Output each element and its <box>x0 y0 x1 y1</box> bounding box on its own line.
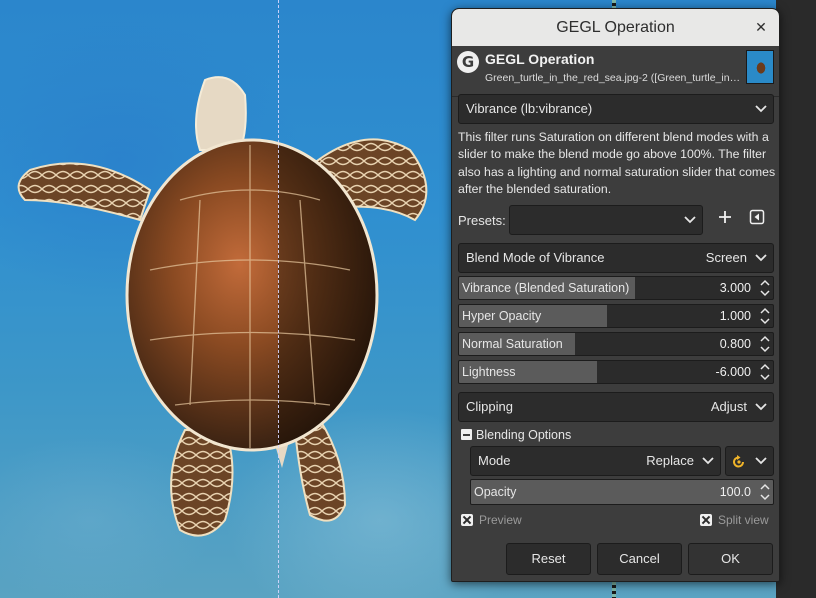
add-preset-icon[interactable] <box>714 209 736 231</box>
slider-value[interactable]: -6.000 <box>716 361 751 383</box>
dialog-titlebar[interactable]: GEGL Operation ✕ <box>452 9 779 46</box>
slider-label: Hyper Opacity <box>462 309 542 323</box>
chevron-down-icon <box>702 457 714 465</box>
blend-mode-select[interactable]: Blend Mode of Vibrance Screen <box>458 243 774 273</box>
slider-value[interactable]: 1.000 <box>720 305 751 327</box>
slider-label: Lightness <box>462 365 516 379</box>
ok-button[interactable]: OK <box>688 543 773 575</box>
clipping-select[interactable]: Clipping Adjust <box>458 392 774 422</box>
lightness-slider[interactable]: Lightness -6.000 <box>458 360 774 384</box>
slider-label: Normal Saturation <box>462 337 563 351</box>
clipping-label: Clipping <box>466 399 513 414</box>
blending-options-label: Blending Options <box>476 428 572 442</box>
opacity-slider[interactable]: Opacity 100.0 <box>470 479 774 505</box>
spin-buttons[interactable] <box>757 333 773 355</box>
reset-mode-icon <box>733 455 744 468</box>
chevron-down-icon <box>755 403 767 411</box>
spin-buttons[interactable] <box>757 361 773 383</box>
operation-select-value: Vibrance (lb:vibrance) <box>466 101 593 116</box>
split-view-checkbox[interactable]: Split view <box>700 512 769 527</box>
preview-checkbox[interactable]: Preview <box>461 512 522 527</box>
mode-value: Replace <box>646 453 694 468</box>
image-thumbnail <box>746 50 774 84</box>
presets-select[interactable] <box>509 205 703 235</box>
clipping-value: Adjust <box>710 399 747 414</box>
split-view-guide[interactable] <box>278 0 279 598</box>
checkbox-checked-icon <box>461 514 473 526</box>
normal-saturation-slider[interactable]: Normal Saturation 0.800 <box>458 332 774 356</box>
window-title: GEGL Operation <box>556 19 675 36</box>
checkbox-checked-icon <box>700 514 712 526</box>
slider-value[interactable]: 3.000 <box>720 277 751 299</box>
spin-buttons[interactable] <box>757 480 773 502</box>
opacity-label: Opacity <box>474 485 517 499</box>
composite-mode-combo[interactable] <box>725 446 774 476</box>
blend-mode-combo[interactable]: Mode Replace <box>470 446 721 476</box>
blend-mode-value: Screen <box>705 250 747 265</box>
slider-value[interactable]: 0.800 <box>720 333 751 355</box>
collapse-icon <box>461 429 472 440</box>
slider-label: Vibrance (Blended Saturation) <box>462 281 630 295</box>
dialog-header: G GEGL Operation Green_turtle_in_the_red… <box>452 46 779 96</box>
gegl-logo-icon: G <box>457 51 479 73</box>
hyper-opacity-slider[interactable]: Hyper Opacity 1.000 <box>458 304 774 328</box>
close-icon[interactable]: ✕ <box>751 18 771 38</box>
image-name: Green_turtle_in_the_red_sea.jpg-2 ([Gree… <box>485 72 740 84</box>
canvas-padding <box>776 0 816 598</box>
mode-label: Mode <box>478 453 511 468</box>
header-title: GEGL Operation <box>485 51 595 67</box>
chevron-down-icon <box>755 254 767 262</box>
blend-mode-label: Blend Mode of Vibrance <box>466 250 605 265</box>
chevron-down-icon <box>755 105 767 113</box>
presets-label: Presets: <box>458 213 506 228</box>
spin-buttons[interactable] <box>757 305 773 327</box>
spin-buttons[interactable] <box>757 277 773 299</box>
preset-menu-icon[interactable] <box>746 209 768 231</box>
cancel-button[interactable]: Cancel <box>597 543 682 575</box>
chevron-down-icon <box>684 216 696 224</box>
vibrance-slider[interactable]: Vibrance (Blended Saturation) 3.000 <box>458 276 774 300</box>
reset-button[interactable]: Reset <box>506 543 591 575</box>
preview-label: Preview <box>479 513 522 527</box>
operation-select[interactable]: Vibrance (lb:vibrance) <box>458 94 774 124</box>
opacity-value[interactable]: 100.0 <box>720 480 751 504</box>
filter-description: This filter runs Saturation on different… <box>458 130 776 196</box>
blending-options-expander[interactable]: Blending Options <box>461 428 571 442</box>
gegl-operation-dialog: GEGL Operation ✕ G GEGL Operation Green_… <box>451 8 780 582</box>
split-view-label: Split view <box>718 513 769 527</box>
chevron-down-icon <box>755 457 767 465</box>
